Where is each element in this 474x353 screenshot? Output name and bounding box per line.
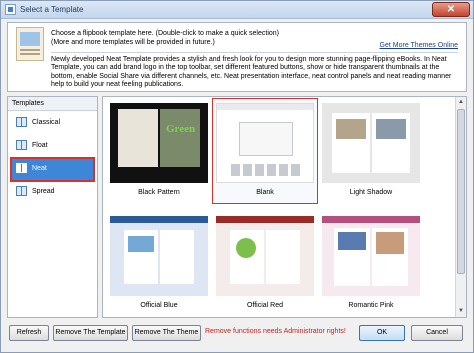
category-label: Neat [32,165,47,172]
template-tile-romantic-pink[interactable]: Romantic Pink [318,211,424,317]
info-panel: Choose a flipbook template here. (Double… [7,22,467,92]
remove-template-button[interactable]: Remove The Template [53,325,128,341]
template-thumbnail [216,216,314,296]
info-divider [51,52,458,53]
title-bar[interactable]: Select a Template ✕ [1,1,473,19]
book-icon [16,117,27,127]
scroll-down-arrow-icon[interactable]: ▼ [456,306,466,317]
category-label: Classical [32,119,61,126]
template-thumbnail [110,216,208,296]
template-thumbnail: Green [110,103,208,183]
close-icon: ✕ [446,4,456,15]
template-tile-blank[interactable]: Blank [212,98,318,204]
category-item-float[interactable]: Float [12,136,93,157]
app-icon [5,4,16,15]
category-item-spread[interactable]: Spread [12,182,93,203]
category-label: Spread [32,188,55,195]
template-thumbnail [216,103,314,183]
scrollbar-thumb[interactable] [457,109,465,274]
template-category-list: Templates Classical Float Neat Spread [7,96,98,318]
window-title: Select a Template [20,5,84,14]
get-more-themes-link[interactable]: Get More Themes Online [380,42,458,49]
remove-theme-button[interactable]: Remove The Theme [132,325,201,341]
info-line-2: (More and more templates will be provide… [51,39,215,46]
refresh-button[interactable]: Refresh [9,325,49,341]
info-line-1: Choose a flipbook template here. (Double… [51,30,280,37]
template-label: Official Red [246,302,284,309]
category-label: Float [32,142,48,149]
template-gallery: Green Black Pattern Blank Light Shadow O… [102,96,467,318]
template-tile-official-blue[interactable]: Official Blue [106,211,212,317]
book-icon [16,140,27,150]
cancel-button[interactable]: Cancel [411,325,463,341]
flipbook-icon [16,27,44,61]
admin-rights-warning: Remove functions needs Administrator rig… [205,328,346,335]
template-tile-official-red[interactable]: Official Red [212,211,318,317]
ok-button[interactable]: OK [359,325,405,341]
thumbnail-text: Green [166,123,196,135]
category-item-classical[interactable]: Classical [12,113,93,134]
select-template-window: Select a Template ✕ Choose a flipbook te… [0,0,474,353]
template-label: Black Pattern [138,189,180,196]
templates-header: Templates [8,97,97,111]
template-label: Blank [256,189,274,196]
template-description: Newly developed Neat Template provides a… [51,56,452,89]
template-thumbnail [322,103,420,183]
template-thumbnail [322,216,420,296]
info-intro: Choose a flipbook template here. (Double… [51,29,279,47]
close-button[interactable]: ✕ [432,2,470,17]
template-label: Light Shadow [349,189,393,196]
scroll-up-arrow-icon[interactable]: ▲ [456,97,466,108]
template-label: Official Blue [140,302,178,309]
template-label: Romantic Pink [348,302,394,309]
template-tile-light-shadow[interactable]: Light Shadow [318,98,424,204]
category-item-neat[interactable]: Neat [10,157,95,182]
book-icon [16,186,27,196]
gallery-scrollbar[interactable]: ▲ ▼ [455,97,466,317]
book-icon [16,163,27,173]
template-tile-black-pattern[interactable]: Green Black Pattern [106,98,212,204]
